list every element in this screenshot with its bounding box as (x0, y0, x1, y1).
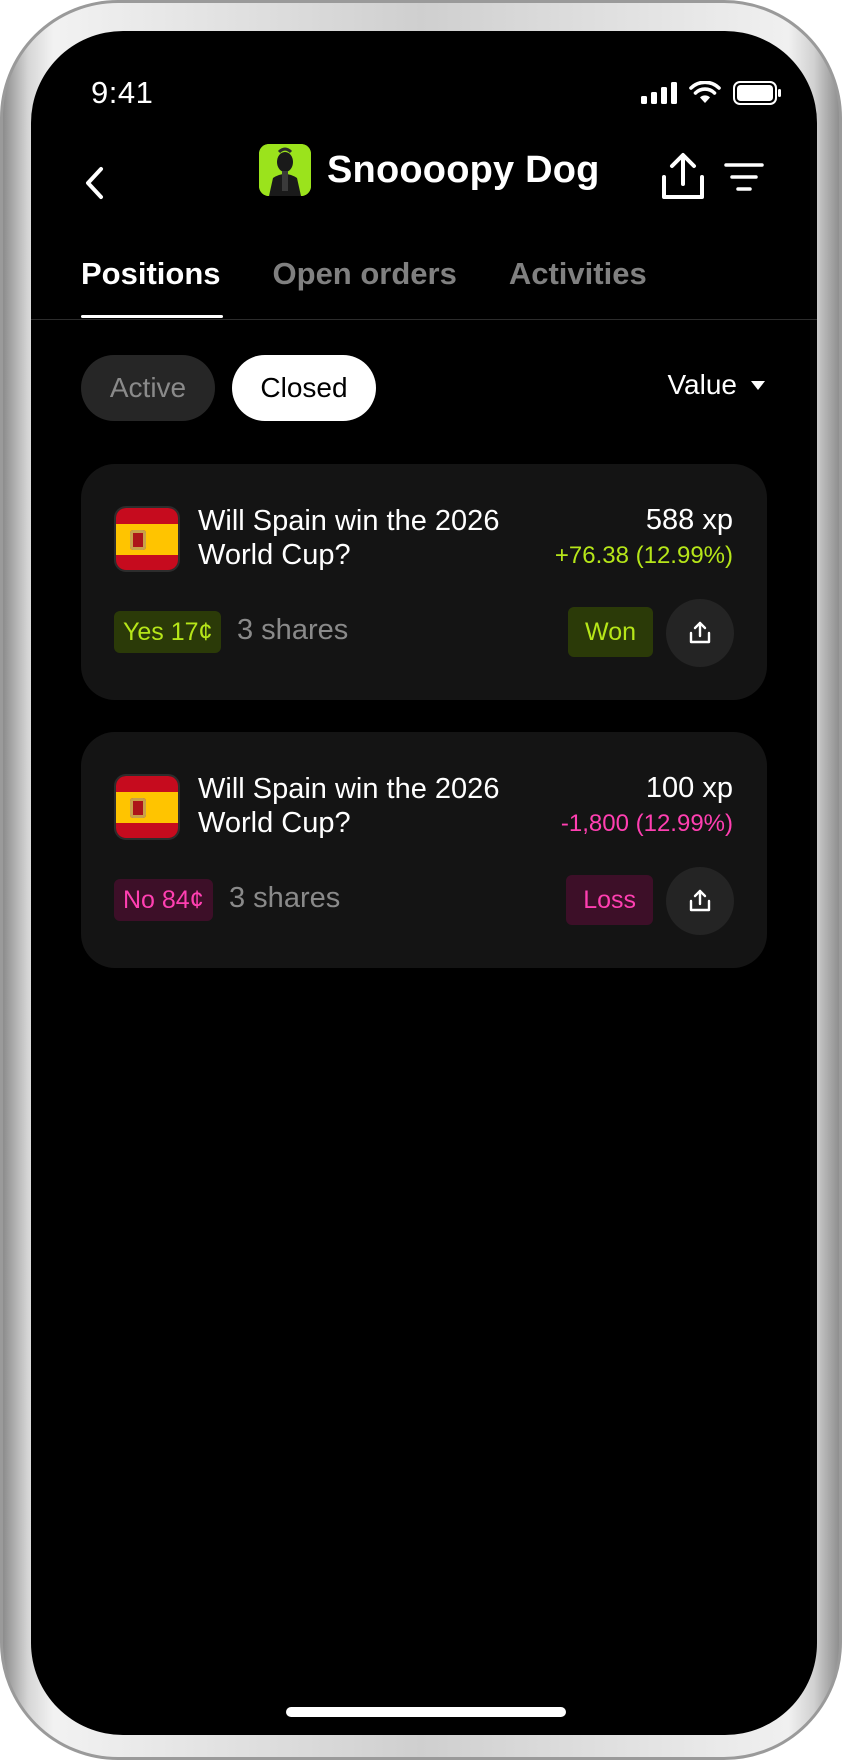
side-badge: Yes 17¢ (114, 611, 222, 653)
market-question: Will Spain win the 2026 World Cup? (198, 505, 500, 571)
tab-positions[interactable]: Positions (81, 256, 223, 318)
shares-count: 3 shares (237, 614, 349, 646)
share-icon (689, 889, 711, 912)
profile-header: Snoooopy Dog (259, 144, 600, 196)
position-card[interactable]: Will Spain win the 2026 World Cup? 588 x… (81, 464, 767, 700)
share-position-button[interactable] (666, 867, 734, 935)
avatar (259, 144, 311, 196)
tab-activities[interactable]: Activities (509, 256, 647, 318)
position-value: 588 xp (645, 504, 733, 536)
share-icon (689, 621, 711, 644)
filter-icon (724, 163, 764, 191)
battery-icon (733, 81, 781, 105)
shares-count: 3 shares (229, 882, 341, 914)
share-button[interactable] (659, 151, 707, 203)
filter-active-button[interactable]: Active (81, 355, 215, 421)
status-icons (641, 81, 781, 105)
result-badge: Won (568, 607, 653, 657)
page-title: Snoooopy Dog (327, 148, 600, 191)
market-question: Will Spain win the 2026 World Cup? (198, 773, 500, 839)
phone-frame: 9:41 Snoooopy Dog Positions Open orders … (0, 0, 842, 1760)
position-value: 100 xp (645, 772, 733, 804)
share-icon (662, 153, 704, 199)
caret-down-icon (751, 380, 765, 390)
spain-flag-icon (114, 506, 180, 572)
position-pnl: +76.38 (12.99%) (554, 542, 733, 569)
sort-label: Value (667, 369, 737, 400)
result-badge: Loss (566, 875, 653, 925)
tabs-divider (31, 319, 817, 320)
side-badge: No 84¢ (114, 879, 213, 921)
tab-open-orders[interactable]: Open orders (273, 256, 457, 318)
chevron-left-icon (86, 167, 103, 199)
back-button[interactable] (73, 161, 117, 205)
home-indicator[interactable] (286, 1707, 566, 1717)
wifi-icon (689, 81, 721, 103)
filter-button[interactable] (723, 157, 765, 197)
sort-dropdown[interactable]: Value (667, 369, 765, 401)
tab-bar: Positions Open orders Activities (81, 256, 647, 318)
share-position-button[interactable] (666, 599, 734, 667)
spain-flag-icon (114, 774, 180, 840)
position-pnl: -1,800 (12.99%) (560, 810, 733, 837)
signal-icon (641, 82, 677, 104)
position-card[interactable]: Will Spain win the 2026 World Cup? 100 x… (81, 732, 767, 968)
screen: 9:41 Snoooopy Dog Positions Open orders … (31, 31, 817, 1735)
status-time: 9:41 (91, 75, 154, 110)
filter-closed-button[interactable]: Closed (232, 355, 376, 421)
